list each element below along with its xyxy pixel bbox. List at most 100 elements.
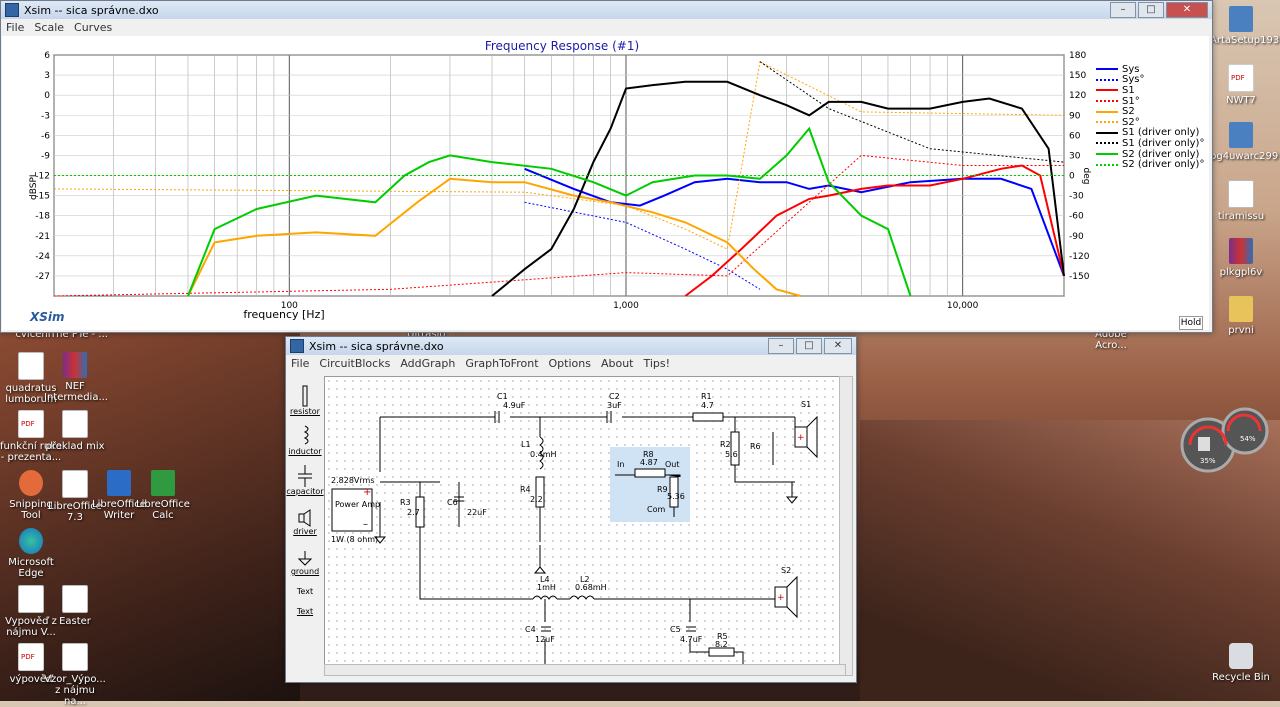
menu-scale[interactable]: Scale <box>34 21 64 34</box>
menu-graphtofront[interactable]: GraphToFront <box>465 357 538 370</box>
menu-curves[interactable]: Curves <box>74 21 112 34</box>
app-file-icon <box>1229 122 1253 148</box>
bin-file-icon <box>1229 643 1253 669</box>
component-value: 4.7uF <box>680 635 703 644</box>
y-tick-label: 6 <box>44 51 50 61</box>
desktop-icon[interactable]: NEF Intermedia... <box>44 352 108 403</box>
legend-entry: S1 <box>1096 85 1204 96</box>
desktop-icon[interactable]: plkgpl6v <box>1210 238 1272 278</box>
menu-file[interactable]: File <box>6 21 24 34</box>
menu-file[interactable]: File <box>291 357 309 370</box>
vertical-scrollbar[interactable] <box>839 376 853 676</box>
legend-swatch <box>1096 110 1118 113</box>
palette-driver[interactable]: driver <box>290 496 320 536</box>
y-tick-label: -3 <box>41 111 50 121</box>
y-tick-label: -15 <box>35 192 50 202</box>
desktop-icon-label: ArtaSetup193 <box>1210 35 1280 46</box>
menu-tips[interactable]: Tips! <box>644 357 671 370</box>
y-tick-label: -18 <box>35 212 50 222</box>
legend-entry: S2 <box>1096 106 1204 117</box>
hold-button[interactable]: Hold <box>1179 316 1203 330</box>
frequency-response-chart[interactable]: Frequency Response (#1) frequency [Hz] d… <box>2 36 1209 330</box>
palette-resistor[interactable]: resistor <box>290 376 320 416</box>
palette-label: Text <box>296 607 314 616</box>
legend-label: S1 (driver only) <box>1122 127 1200 139</box>
app-icon <box>290 339 304 353</box>
y2-tick-label: -90 <box>1069 232 1084 242</box>
cpu-meter-gadget[interactable]: 35% 54% <box>1180 405 1270 478</box>
component-value: 2.2 <box>530 495 543 504</box>
desktop-icon-label: NWT7 <box>1226 95 1256 106</box>
folder-file-icon <box>1229 296 1253 322</box>
y2-tick-label: -150 <box>1069 272 1090 282</box>
power-amp-label: Power Amp <box>335 500 380 509</box>
component-value: 0.4mH <box>530 450 557 459</box>
legend-swatch <box>1096 131 1118 134</box>
graph-window-titlebar[interactable]: Xsim -- sica správne.dxo – □ ✕ <box>1 1 1212 19</box>
legend-entry: S2 (driver only) <box>1096 149 1204 160</box>
desktop-icon[interactable]: Recycle Bin <box>1210 643 1272 683</box>
plot-panel[interactable]: Frequency Response (#1) frequency [Hz] d… <box>2 36 1209 330</box>
palette-capacitor[interactable]: capacitor <box>286 456 324 496</box>
crossover-schematic[interactable]: Power Amp + – 2.828Vrms 1W (8 ohm) In Ou… <box>325 377 845 675</box>
minimize-button[interactable]: – <box>1110 2 1136 18</box>
close-button[interactable]: ✕ <box>824 338 852 354</box>
legend-label: Sys° <box>1122 74 1145 86</box>
y2-tick-label: 60 <box>1069 131 1081 141</box>
cpu-percent: 35% <box>1200 457 1216 465</box>
menu-options[interactable]: Options <box>549 357 591 370</box>
desktop-icon[interactable]: LibreOffice Calc <box>132 470 194 521</box>
schematic-window-titlebar[interactable]: Xsim -- sica správne.dxo – □ ✕ <box>286 337 856 355</box>
source-voltage: 2.828Vrms <box>331 476 374 485</box>
desktop-icon-label: NEF Intermedia... <box>44 381 108 403</box>
component-ref: C1 <box>497 392 508 401</box>
desktop-icon-label: LibreOffice Calc <box>136 499 190 521</box>
component-ref: S2 <box>781 566 791 575</box>
schematic-window[interactable]: Xsim -- sica správne.dxo – □ ✕ File Circ… <box>285 336 857 683</box>
component-value: 4.9uF <box>503 401 526 410</box>
menu-addgraph[interactable]: AddGraph <box>400 357 455 370</box>
desktop-icon[interactable]: ArtaSetup193 <box>1210 6 1280 46</box>
palette-label: inductor <box>288 447 322 456</box>
desktop-icon-label: pg4uwarc299 <box>1210 151 1279 162</box>
legend-label: Sys <box>1122 63 1140 75</box>
graph-window[interactable]: Xsim -- sica správne.dxo – □ ✕ File Scal… <box>0 0 1213 333</box>
palette-label: Text <box>296 587 314 596</box>
block-out-label: Out <box>665 460 680 469</box>
maximize-button[interactable]: □ <box>796 338 822 354</box>
desktop-icon[interactable]: Vzor_Výpo... z nájmu na... <box>44 643 106 707</box>
desktop-icon-label: překlad mix <box>45 441 105 452</box>
y2-tick-label: -30 <box>1069 192 1084 202</box>
component-value: 5.36 <box>667 492 685 501</box>
desktop-icon[interactable]: NWT7 <box>1210 64 1272 106</box>
svg-text:+: + <box>363 487 371 498</box>
horizontal-scrollbar[interactable] <box>324 664 846 676</box>
y-tick-label: -21 <box>35 232 50 242</box>
palette-text[interactable]: Text <box>290 596 320 616</box>
desktop-icon[interactable]: tiramissu <box>1210 180 1272 222</box>
palette-ground[interactable]: ground <box>290 536 320 576</box>
desktop-icon[interactable]: pg4uwarc299 <box>1210 122 1279 162</box>
menu-about[interactable]: About <box>601 357 634 370</box>
component-ref: S1 <box>801 400 811 409</box>
schematic-canvas[interactable]: Power Amp + – 2.828Vrms 1W (8 ohm) In Ou… <box>324 376 846 676</box>
y-tick-label: -6 <box>41 131 50 141</box>
desktop-icon[interactable]: prvni <box>1210 296 1272 336</box>
palette-inductor[interactable]: inductor <box>288 416 322 456</box>
menu-circuitblocks[interactable]: CircuitBlocks <box>319 357 390 370</box>
y-tick-label: -27 <box>35 272 50 282</box>
y-tick-label: -12 <box>35 172 50 182</box>
y2-tick-label: 180 <box>1069 51 1086 61</box>
legend-swatch <box>1096 78 1118 81</box>
component-ref: C4 <box>525 625 536 634</box>
maximize-button[interactable]: □ <box>1138 2 1164 18</box>
minimize-button[interactable]: – <box>768 338 794 354</box>
desktop-icon[interactable]: překlad mix <box>44 410 106 452</box>
component-value: 22uF <box>467 508 487 517</box>
component-ref: C2 <box>609 392 620 401</box>
desktop-icon[interactable]: Easter <box>44 585 106 627</box>
palette-text[interactable]: Text <box>290 576 320 596</box>
desktop-icon[interactable]: Microsoft Edge <box>0 528 62 579</box>
legend-swatch <box>1096 142 1118 145</box>
close-button[interactable]: ✕ <box>1166 2 1208 18</box>
